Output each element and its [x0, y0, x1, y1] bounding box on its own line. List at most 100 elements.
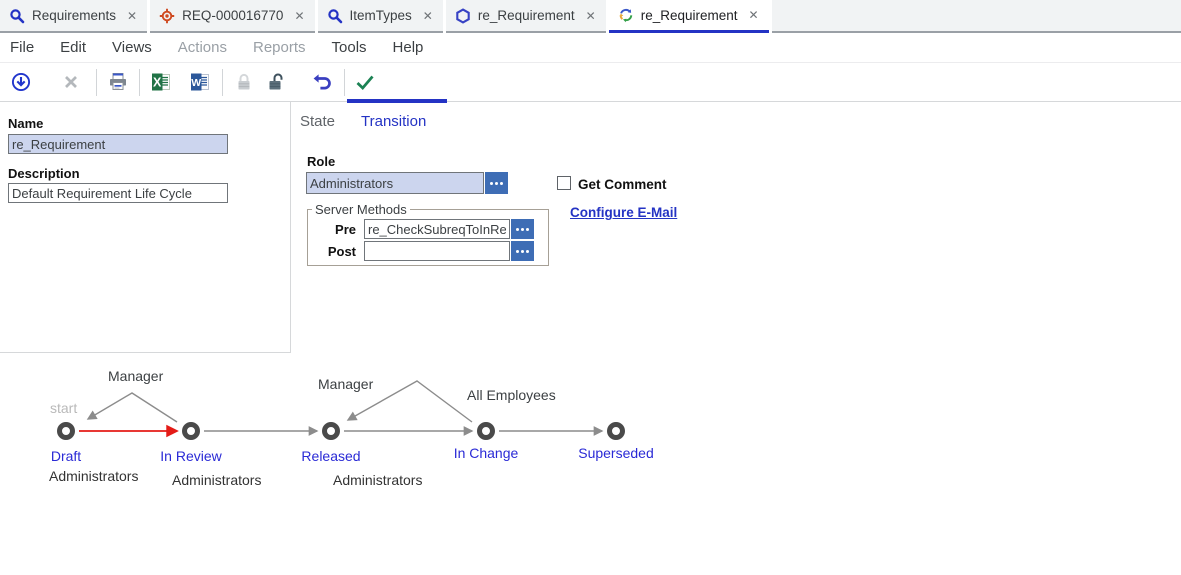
pre-method-row: Pre: [308, 219, 548, 239]
checkmark-icon: [354, 71, 376, 93]
menu-help[interactable]: Help: [393, 39, 424, 56]
circled-down-arrow-icon: [10, 71, 32, 93]
cancel-button[interactable]: [58, 69, 84, 95]
close-icon[interactable]: ✕: [127, 10, 137, 22]
state-label[interactable]: Draft: [51, 448, 81, 464]
toolbar-separator: [222, 69, 223, 96]
post-browse-button[interactable]: [511, 241, 534, 261]
get-comment-label: Get Comment: [578, 177, 667, 192]
tab-req-000016770[interactable]: REQ-000016770 ✕: [150, 0, 314, 33]
name-label: Name: [8, 116, 43, 131]
printer-icon: [107, 71, 129, 93]
lifecycle-icon: [618, 7, 634, 23]
tab-re-requirement-itemtype[interactable]: re_Requirement ✕: [446, 0, 606, 33]
state-role-label: Administrators: [49, 468, 138, 484]
search-icon: [9, 8, 25, 24]
menu-edit[interactable]: Edit: [60, 39, 86, 56]
pre-browse-button[interactable]: [511, 219, 534, 239]
pre-label: Pre: [308, 222, 364, 237]
apply-button[interactable]: [352, 69, 378, 95]
lock-button[interactable]: [231, 69, 257, 95]
server-methods-group: Server Methods Pre Post: [307, 202, 549, 266]
panel-divider-vertical: [290, 102, 291, 352]
transition-label: Manager: [318, 376, 374, 392]
role-input[interactable]: [306, 172, 484, 194]
lifecycle-map[interactable]: Manager Manager Draft Administrators In Revi…: [0, 355, 760, 500]
pre-method-input[interactable]: [364, 219, 510, 239]
menu-views[interactable]: Views: [112, 39, 152, 56]
menu-tools[interactable]: Tools: [332, 39, 367, 56]
lock-open-icon: [265, 71, 287, 93]
close-icon[interactable]: ✕: [749, 9, 759, 21]
tab-re-requirement-lifecycle[interactable]: re_Requirement ✕: [609, 0, 769, 33]
description-input[interactable]: [8, 183, 228, 203]
undo-button[interactable]: [309, 69, 335, 95]
toolbar-separator: [96, 69, 97, 96]
close-icon[interactable]: ✕: [423, 10, 433, 22]
tab-label: re_Requirement: [478, 8, 575, 23]
description-label: Description: [8, 166, 80, 181]
hexagon-icon: [455, 8, 471, 24]
close-icon[interactable]: ✕: [294, 10, 304, 22]
tab-label: ItemTypes: [350, 8, 412, 23]
x-icon: [60, 71, 82, 93]
unlock-button[interactable]: [263, 69, 289, 95]
configure-email-link[interactable]: Configure E-Mail: [570, 205, 677, 220]
lock-closed-icon: [233, 71, 255, 93]
undo-arrow-icon: [311, 71, 333, 93]
print-button[interactable]: [105, 69, 131, 95]
state-node[interactable]: [185, 425, 198, 438]
menu-bar: File Edit Views Actions Reports Tools He…: [0, 33, 1181, 63]
tab-bar: Requirements ✕ REQ-000016770 ✕ ItemTypes…: [0, 0, 1181, 33]
panel-divider-horizontal: [0, 352, 291, 353]
transition-back-line[interactable]: [88, 393, 177, 422]
tab-transition[interactable]: Transition: [361, 113, 426, 130]
application-window: Requirements ✕ REQ-000016770 ✕ ItemTypes…: [0, 0, 1181, 575]
post-method-input[interactable]: [364, 241, 510, 261]
state-label[interactable]: In Review: [160, 448, 222, 464]
menu-file[interactable]: File: [10, 39, 34, 56]
menu-actions[interactable]: Actions: [178, 39, 227, 56]
export-word-button[interactable]: W: [187, 69, 213, 95]
name-input[interactable]: [8, 134, 228, 154]
ellipsis-icon: [490, 182, 503, 185]
post-method-row: Post: [308, 241, 548, 261]
server-methods-legend: Server Methods: [312, 202, 410, 217]
svg-text:W: W: [191, 77, 201, 89]
tab-bar-filler: [772, 0, 1181, 33]
state-node[interactable]: [480, 425, 493, 438]
tab-label: re_Requirement: [641, 8, 738, 23]
tab-requirements[interactable]: Requirements ✕: [0, 0, 147, 33]
menu-reports[interactable]: Reports: [253, 39, 306, 56]
role-label: Role: [307, 154, 335, 169]
target-icon: [159, 8, 175, 24]
transition-label: Manager: [108, 368, 164, 384]
active-tab-indicator: [347, 99, 447, 103]
search-icon: [327, 8, 343, 24]
get-comment-checkbox[interactable]: [557, 176, 571, 190]
export-excel-button[interactable]: X: [148, 69, 174, 95]
diagram-annotation: start: [50, 400, 77, 416]
tab-state[interactable]: State: [300, 113, 335, 130]
tab-label: Requirements: [32, 8, 116, 23]
state-role-label: Administrators: [333, 472, 422, 488]
state-label[interactable]: Released: [301, 448, 360, 464]
toolbar-separator: [139, 69, 140, 96]
post-label: Post: [308, 244, 364, 259]
state-node[interactable]: [610, 425, 623, 438]
word-icon: W: [189, 71, 211, 93]
excel-icon: X: [150, 71, 172, 93]
svg-text:X: X: [153, 76, 162, 90]
state-node[interactable]: [325, 425, 338, 438]
role-browse-button[interactable]: [485, 172, 508, 194]
state-label[interactable]: In Change: [454, 445, 519, 461]
state-node[interactable]: [60, 425, 73, 438]
close-icon[interactable]: ✕: [586, 10, 596, 22]
state-role-label: Administrators: [172, 472, 261, 488]
ellipsis-icon: [516, 228, 529, 231]
tab-label: REQ-000016770: [182, 8, 283, 23]
state-label[interactable]: Superseded: [578, 445, 654, 461]
check-in-button[interactable]: [8, 69, 34, 95]
tab-itemtypes[interactable]: ItemTypes ✕: [318, 0, 443, 33]
toolbar-separator: [344, 69, 345, 96]
